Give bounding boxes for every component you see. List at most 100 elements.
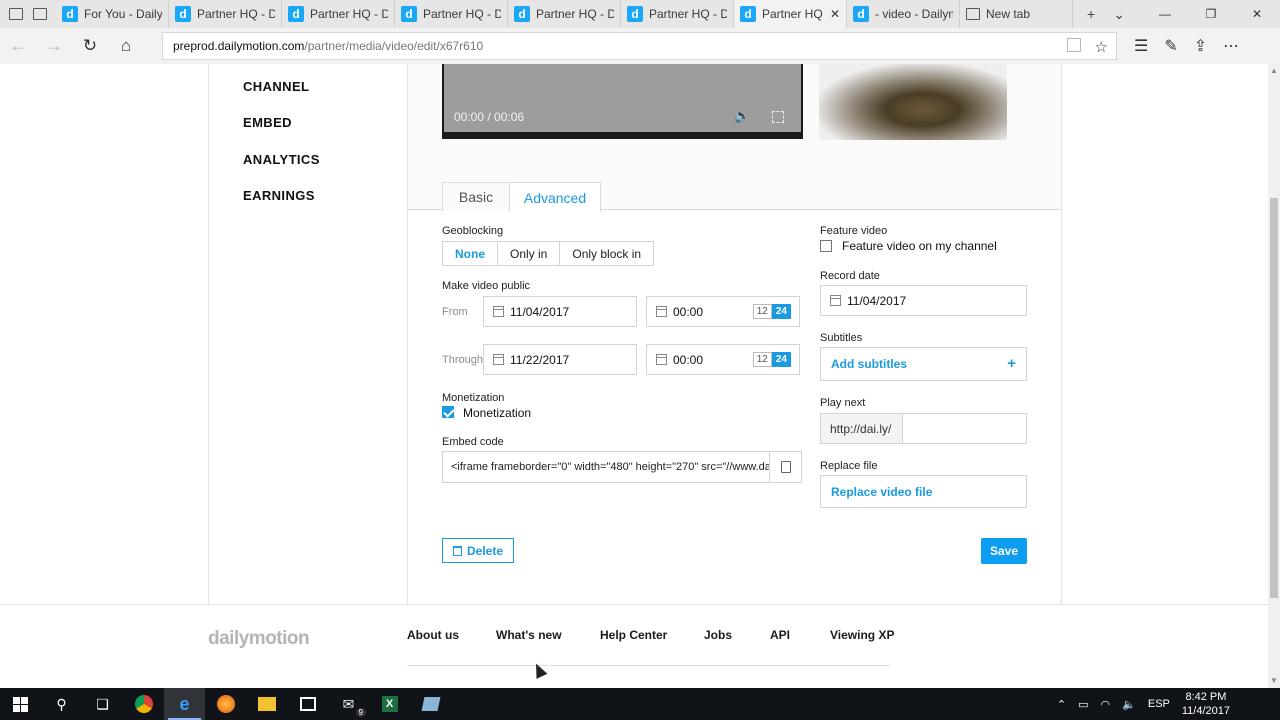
mail-icon[interactable]: ✉ 9: [328, 688, 369, 720]
share-icon[interactable]: ⇪: [1194, 36, 1207, 56]
refresh-icon[interactable]: ↻: [72, 36, 108, 56]
browser-tab[interactable]: d Partner HQ - Dai: [508, 0, 621, 28]
add-subtitles-label: Add subtitles: [831, 357, 908, 371]
web-note-pen-icon[interactable]: ✎: [1164, 36, 1177, 56]
chrome-icon[interactable]: [123, 688, 164, 720]
format-24h[interactable]: 24: [771, 304, 791, 319]
browser-tab[interactable]: d For You - Dailym: [56, 0, 169, 28]
maximize-icon[interactable]: ❐: [1188, 7, 1234, 21]
tab-title: Partner HQ - Dai: [310, 7, 388, 21]
input-language[interactable]: ESP: [1148, 698, 1170, 710]
add-subtitles-button[interactable]: Add subtitles +: [820, 347, 1027, 381]
close-window-icon[interactable]: ✕: [1234, 7, 1280, 21]
footer-link-api[interactable]: API: [770, 628, 790, 642]
file-explorer-icon[interactable]: [246, 688, 287, 720]
favorite-star-icon[interactable]: ☆: [1095, 38, 1108, 56]
app-icon[interactable]: [410, 688, 451, 720]
footer-link-jobs[interactable]: Jobs: [704, 628, 732, 642]
tab-basic[interactable]: Basic: [442, 182, 510, 211]
dailymotion-logo[interactable]: dailymotion: [208, 628, 310, 650]
volume-icon[interactable]: 🔈: [1122, 698, 1136, 711]
scroll-down-icon[interactable]: ▼: [1270, 676, 1278, 685]
more-menu-icon[interactable]: ⋯: [1223, 36, 1239, 56]
from-date-field[interactable]: 11/04/2017: [483, 296, 637, 327]
store-icon[interactable]: [287, 688, 328, 720]
play-next-prefix: http://dai.ly/: [821, 414, 903, 443]
battery-icon[interactable]: ▭: [1078, 698, 1088, 711]
excel-icon[interactable]: X: [369, 688, 410, 720]
format-12h[interactable]: 12: [752, 352, 772, 367]
forward-arrow-icon[interactable]: →: [36, 36, 72, 56]
tab-advanced[interactable]: Advanced: [509, 182, 601, 212]
copy-clipboard-button[interactable]: [769, 452, 801, 482]
save-button[interactable]: Save: [981, 538, 1027, 564]
footer-link-about-us[interactable]: About us: [407, 628, 459, 642]
browser-tab[interactable]: d - video - Dailym: [847, 0, 960, 28]
task-view-icon[interactable]: ❏: [82, 688, 123, 720]
from-time-field[interactable]: 00:00 12 24: [646, 296, 800, 327]
divider: [1061, 64, 1062, 604]
favorites-hub-icon[interactable]: ☰: [1134, 36, 1148, 56]
sidebar-item-embed[interactable]: EMBED: [243, 115, 292, 130]
new-tab-plus-icon[interactable]: +: [1087, 6, 1095, 22]
start-button[interactable]: [0, 688, 41, 720]
footer-link-viewing-xp[interactable]: Viewing XP: [830, 628, 894, 642]
edge-icon[interactable]: e: [164, 688, 205, 720]
browser-tab[interactable]: d Partner HQ - Dai: [395, 0, 508, 28]
wifi-icon[interactable]: ◠: [1101, 698, 1111, 711]
minimize-icon[interactable]: —: [1142, 7, 1188, 21]
set-aside-tabs-icon[interactable]: [9, 8, 23, 20]
through-time-field[interactable]: 00:00 12 24: [646, 344, 800, 375]
dailymotion-favicon-icon: d: [62, 6, 78, 22]
scroll-up-icon[interactable]: ▲: [1270, 66, 1278, 75]
footer-link-whats-new[interactable]: What's new: [496, 628, 562, 642]
video-player[interactable]: 00:00 / 00:06 🔈: [442, 64, 803, 139]
delete-button[interactable]: Delete: [442, 538, 514, 563]
play-next-input[interactable]: [903, 414, 1026, 443]
fullscreen-icon[interactable]: [772, 111, 784, 123]
geoblocking-option-none[interactable]: None: [443, 242, 498, 265]
monetization-checkbox[interactable]: [442, 406, 454, 418]
close-tab-icon[interactable]: ✕: [830, 7, 840, 21]
geoblocking-option-only-block-in[interactable]: Only block in: [560, 242, 653, 265]
video-thumbnail[interactable]: [819, 64, 1007, 140]
home-icon[interactable]: ⌂: [108, 36, 144, 56]
scrollbar-thumb[interactable]: [1270, 198, 1278, 598]
footer-link-help-center[interactable]: Help Center: [600, 628, 667, 642]
tab-preview-chevron-icon[interactable]: ⌄: [1113, 6, 1125, 23]
format-12h[interactable]: 12: [752, 304, 772, 319]
replace-video-file-button[interactable]: Replace video file: [820, 475, 1027, 508]
volume-icon[interactable]: 🔈: [734, 108, 750, 124]
browser-tab[interactable]: d Partner HQ - Dai: [169, 0, 282, 28]
hour-format-toggle[interactable]: 12 24: [752, 304, 791, 319]
address-bar[interactable]: preprod.dailymotion.com/partner/media/vi…: [162, 32, 1117, 60]
through-time-value: 00:00: [673, 352, 704, 367]
browser-tab[interactable]: New tab: [960, 0, 1073, 28]
sidebar-item-analytics[interactable]: ANALYTICS: [243, 152, 320, 167]
sidebar-item-earnings[interactable]: EARNINGS: [243, 188, 315, 203]
search-icon[interactable]: ⚲: [41, 688, 82, 720]
show-hidden-icons-icon[interactable]: ⌃: [1057, 698, 1066, 711]
delete-label: Delete: [466, 543, 504, 558]
hour-format-toggle[interactable]: 12 24: [752, 352, 791, 367]
geoblocking-option-only-in[interactable]: Only in: [498, 242, 561, 265]
page-scrollbar[interactable]: ▲ ▼: [1268, 64, 1280, 688]
sidebar-item-channel[interactable]: CHANNEL: [243, 79, 309, 94]
play-next-label: Play next: [820, 397, 866, 409]
through-date-field[interactable]: 11/22/2017: [483, 344, 637, 375]
format-24h[interactable]: 24: [771, 352, 791, 367]
record-date-field[interactable]: 11/04/2017: [820, 285, 1027, 316]
windows-logo-icon: [13, 696, 28, 712]
browser-tab-active[interactable]: d Partner HQ - ✕: [734, 0, 847, 28]
show-tabs-icon[interactable]: [33, 8, 47, 20]
mouse-cursor-icon: [530, 661, 548, 679]
footer-divider: [407, 665, 890, 666]
embed-code-field[interactable]: <iframe frameborder="0" width="480" heig…: [442, 451, 802, 483]
reading-view-icon[interactable]: [1066, 38, 1081, 52]
clock[interactable]: 8:42 PM 11/4/2017: [1182, 690, 1230, 718]
feature-video-checkbox[interactable]: [820, 240, 832, 252]
browser-tab[interactable]: d Partner HQ - Dai: [621, 0, 734, 28]
firefox-icon[interactable]: [205, 688, 246, 720]
back-arrow-icon[interactable]: ←: [0, 36, 36, 56]
browser-tab[interactable]: d Partner HQ - Dai: [282, 0, 395, 28]
